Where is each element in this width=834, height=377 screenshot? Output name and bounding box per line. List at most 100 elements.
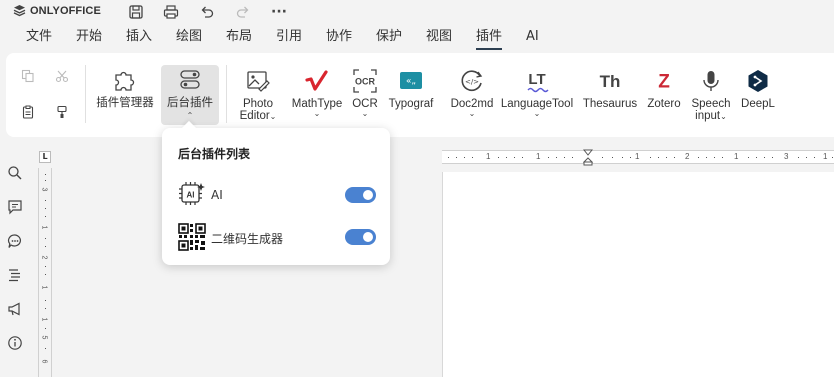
vruler-number: 1 (40, 317, 48, 322)
cut-icon[interactable] (52, 66, 72, 86)
speech-input-label-1: Speech (691, 98, 731, 110)
thesaurus-button[interactable]: Th Thesaurus (581, 69, 639, 110)
tab-insert[interactable]: 插入 (126, 26, 152, 48)
ruler-tab-selector[interactable]: L (39, 151, 51, 163)
background-plugins-label: 后台插件 (167, 97, 213, 109)
undo-icon[interactable] (197, 2, 217, 22)
languagetool-button[interactable]: LT LanguageTool ⌄ (499, 69, 575, 118)
print-icon[interactable] (161, 2, 181, 22)
vertical-ruler[interactable]: 3 1 2 1 1 5 6 (38, 168, 52, 377)
chevron-down-icon: ⌄ (533, 109, 541, 118)
ocr-icon: OCR (353, 69, 377, 93)
photo-editor-button[interactable]: Photo Editor⌄ (234, 69, 282, 122)
vruler-number: 3 (40, 187, 48, 192)
title-bar: ONLYOFFICE ··· (0, 0, 834, 24)
tab-collaboration[interactable]: 协作 (326, 26, 352, 48)
thesaurus-icon: Th (600, 72, 621, 91)
thesaurus-label: Thesaurus (582, 98, 638, 110)
tab-ai[interactable]: AI (526, 26, 539, 48)
photo-editor-label-1: Photo (242, 98, 274, 110)
ocr-button[interactable]: OCR OCR ⌄ (348, 69, 382, 118)
indent-marker-icon[interactable] (583, 149, 593, 166)
microphone-icon (703, 71, 719, 91)
hruler-number: 1 (734, 152, 739, 161)
languagetool-icon: LT (527, 71, 549, 93)
vruler-number: 2 (40, 255, 48, 260)
hruler-number: 3 (784, 152, 789, 161)
background-plugins-button[interactable]: 后台插件 ⌃ (161, 68, 219, 120)
comments-icon[interactable] (6, 198, 24, 216)
copy-icon[interactable] (18, 66, 38, 86)
puzzle-icon (115, 71, 135, 91)
zotero-label: Zotero (647, 98, 681, 110)
plugin-manager-button[interactable]: 插件管理器 (93, 67, 157, 109)
tab-references[interactable]: 引用 (276, 26, 302, 48)
qr-plugin-toggle[interactable] (345, 229, 376, 245)
svg-text:Th: Th (600, 72, 621, 91)
speech-input-label-2: input⌄ (695, 110, 727, 122)
hruler-number: 1 (486, 152, 491, 161)
more-icon[interactable]: ··· (269, 2, 289, 22)
ai-chip-icon: AI (179, 182, 205, 205)
logo-text: ONLYOFFICE (30, 4, 101, 17)
svg-text:Z: Z (658, 72, 670, 93)
chevron-down-icon: ⌃ (186, 111, 194, 120)
doc2md-button[interactable]: </> Doc2md ⌄ (446, 69, 498, 118)
vruler-number: 6 (40, 359, 48, 364)
zotero-icon: Z (658, 72, 670, 93)
format-painter-icon[interactable] (52, 102, 72, 122)
horizontal-ruler[interactable]: 1 1 1 2 1 3 1 (442, 149, 834, 166)
svg-text:OCR: OCR (355, 77, 376, 87)
photo-editor-label-2: Editor⌄ (239, 110, 277, 122)
svg-text:«„: «„ (406, 77, 416, 87)
tab-plugins[interactable]: 插件 (476, 26, 503, 50)
plugin-row-qr: 二维码生成器 (178, 223, 376, 251)
onlyoffice-logo-icon (13, 5, 26, 17)
search-icon[interactable] (6, 164, 24, 182)
ribbon-toolbar: 插件管理器 后台插件 ⌃ Photo Editor⌄ MathType ⌄ OC… (6, 53, 834, 137)
chevron-down-icon: ⌄ (361, 109, 369, 118)
document-page[interactable] (442, 172, 834, 377)
svg-text:</>: </> (465, 78, 479, 86)
popup-title: 后台插件列表 (178, 147, 251, 161)
tab-file[interactable]: 文件 (26, 26, 52, 48)
chevron-down-icon: ⌄ (313, 109, 321, 118)
typograf-button[interactable]: «„ Typograf (386, 69, 436, 110)
doc2md-icon: </> (461, 70, 483, 92)
tab-protection[interactable]: 保护 (376, 26, 402, 48)
chat-icon[interactable] (6, 232, 24, 250)
vruler-number: 1 (40, 285, 48, 290)
photo-editor-icon (247, 71, 270, 92)
svg-text:AI: AI (187, 191, 195, 200)
vruler-number: 5 (40, 335, 48, 340)
redo-icon[interactable] (233, 2, 253, 22)
tab-draw[interactable]: 绘图 (176, 26, 202, 48)
typograf-label: Typograf (388, 98, 434, 110)
tab-view[interactable]: 视图 (426, 26, 452, 48)
deepl-icon (748, 70, 768, 92)
info-icon[interactable] (6, 334, 24, 352)
speech-input-button[interactable]: Speech input⌄ (688, 69, 734, 122)
ai-plugin-toggle[interactable] (345, 187, 376, 203)
separator (85, 65, 86, 123)
menu-tabs: 文件 开始 插入 绘图 布局 引用 协作 保护 视图 插件 AI (0, 26, 834, 50)
deepl-button[interactable]: DeepL (738, 69, 778, 110)
feedback-icon[interactable] (6, 300, 24, 318)
zotero-button[interactable]: Z Zotero (643, 69, 685, 111)
plugin-label-qr: 二维码生成器 (211, 232, 284, 246)
qr-code-icon (178, 223, 206, 251)
plugin-row-ai: AI AI (178, 181, 376, 209)
mathtype-button[interactable]: MathType ⌄ (288, 69, 346, 118)
app-logo: ONLYOFFICE (13, 4, 101, 17)
mathtype-icon (305, 70, 328, 91)
hruler-number: 2 (685, 152, 690, 161)
tab-home[interactable]: 开始 (76, 26, 102, 48)
vruler-number: 1 (40, 225, 48, 230)
save-icon[interactable] (126, 2, 146, 22)
hruler-number: 1 (823, 152, 828, 161)
paste-icon[interactable] (18, 102, 38, 122)
deepl-label: DeepL (741, 98, 775, 110)
navigation-icon[interactable] (6, 266, 24, 284)
plugin-label-ai: AI (211, 188, 223, 202)
tab-layout[interactable]: 布局 (226, 26, 252, 48)
